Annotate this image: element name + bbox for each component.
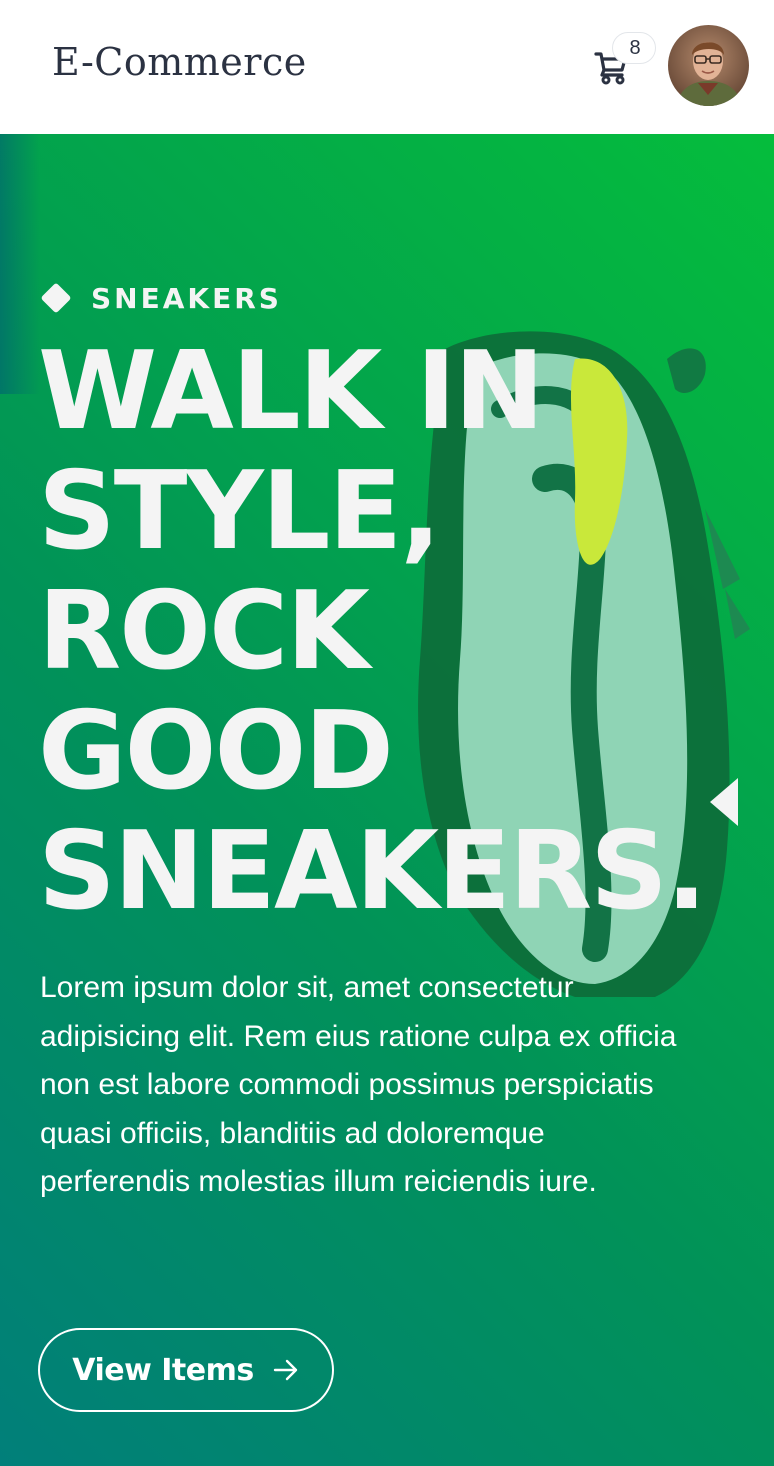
arrow-right-icon [273,1359,297,1381]
hero-headline: WALK IN STYLE, ROCK GOOD SNEAKERS. [38,332,758,932]
avatar[interactable] [668,25,749,106]
chevron-left-icon[interactable] [706,774,740,830]
diamond-icon [40,282,72,314]
brand-logo[interactable]: E-Commerce [52,40,307,84]
cart-count-badge: 8 [612,32,656,64]
headline-line: STYLE, [38,449,441,574]
headline-line: ROCK [38,569,370,694]
headline-line: WALK IN [38,329,545,454]
view-items-button[interactable]: View Items [38,1328,334,1412]
top-navbar: E-Commerce 8 [0,0,774,134]
view-items-label: View Items [72,1352,254,1388]
hero-shade [0,134,40,394]
headline-line: GOOD [38,689,394,814]
hero-banner: SNEAKERS WALK IN STYLE, ROCK GOOD SNEAKE… [0,134,774,1466]
category-tag: SNEAKERS [40,281,282,315]
user-avatar-image [668,25,749,106]
hero-description: Lorem ipsum dolor sit, amet consectetur … [40,971,677,1198]
headline-line: SNEAKERS. [38,809,707,934]
category-label: SNEAKERS [91,281,282,315]
